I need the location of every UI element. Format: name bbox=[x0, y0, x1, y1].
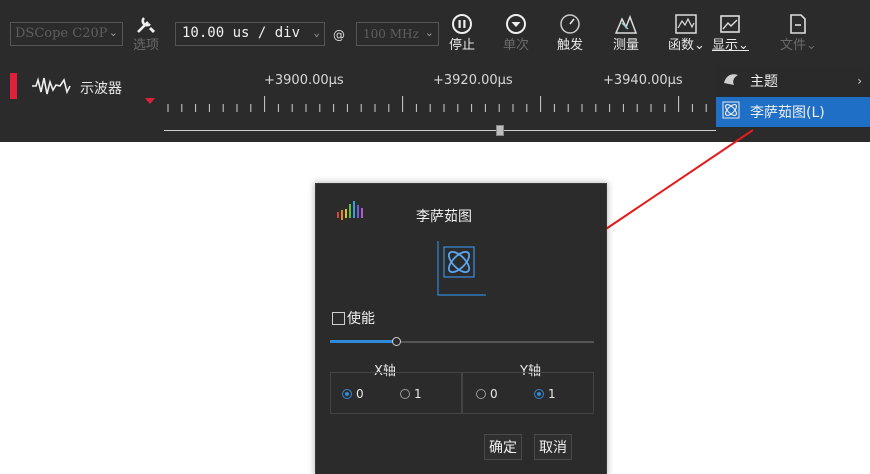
app-logo bbox=[336, 200, 368, 226]
channel-color-tab[interactable] bbox=[10, 73, 17, 99]
trigger-dial-icon bbox=[556, 10, 584, 38]
theme-icon bbox=[722, 71, 740, 91]
percent-slider[interactable] bbox=[330, 336, 594, 348]
radio-label: 0 bbox=[356, 387, 364, 401]
chevron-down-icon: ⌄ bbox=[313, 26, 320, 39]
y-axis-radio-1[interactable]: 1 bbox=[534, 387, 556, 401]
measure-button[interactable]: 测量 bbox=[612, 10, 640, 54]
scroll-handle[interactable] bbox=[496, 125, 504, 136]
single-capture-icon bbox=[502, 10, 530, 38]
timebase-value: 10.00 us / div bbox=[182, 25, 301, 41]
display-icon bbox=[716, 10, 744, 38]
cancel-button[interactable]: 取消 bbox=[534, 434, 572, 460]
enable-label: 使能 bbox=[347, 311, 375, 327]
lissajous-figure-icon bbox=[434, 239, 490, 303]
channel-name: 示波器 bbox=[80, 81, 122, 97]
measure-label: 测量 bbox=[612, 38, 639, 53]
oscilloscope-wave-icon bbox=[30, 76, 74, 100]
device-select-value: DSCope C20P bbox=[15, 26, 108, 41]
menu-item-label: 李萨茹图(L) bbox=[750, 105, 825, 121]
radio-dot[interactable] bbox=[400, 389, 410, 399]
options-label: 选项 bbox=[132, 38, 159, 53]
ruler-label: +3940.00μs bbox=[603, 73, 683, 88]
radio-label: 0 bbox=[490, 387, 498, 401]
menu-item-lissajous[interactable]: 李萨茹图(L) bbox=[716, 97, 870, 127]
samplerate-value: 100 MHz bbox=[363, 27, 419, 41]
toolbar: DSCope C20P ⌄ 选项 10.00 us / div ⌄ @ 100 … bbox=[0, 0, 870, 66]
display-button[interactable]: 显示⌄ bbox=[712, 10, 749, 54]
dialog-title: 李萨茹图 bbox=[416, 209, 472, 225]
lissajous-icon bbox=[722, 101, 740, 123]
slider-fill bbox=[330, 340, 396, 343]
y-axis-radio-0[interactable]: 0 bbox=[476, 387, 498, 401]
pause-icon bbox=[448, 10, 476, 38]
radio-label: 1 bbox=[548, 387, 556, 401]
chevron-right-icon: › bbox=[857, 74, 862, 88]
single-button[interactable]: 单次 bbox=[502, 10, 530, 54]
lissajous-dialog: 李萨茹图 使能 X轴 Y轴 0 1 0 1 确定 取消 bbox=[316, 184, 606, 474]
chevron-down-icon: ⌄ bbox=[424, 26, 434, 39]
measure-icon bbox=[612, 10, 640, 38]
slider-thumb[interactable] bbox=[392, 337, 401, 346]
checkbox-box[interactable] bbox=[332, 311, 345, 325]
ruler-label: +3900.00μs bbox=[264, 73, 344, 88]
ok-button[interactable]: 确定 bbox=[484, 434, 522, 460]
enable-checkbox[interactable]: 使能 bbox=[332, 308, 375, 328]
trigger-marker[interactable] bbox=[145, 98, 155, 104]
file-label: 文件⌄ bbox=[780, 38, 817, 53]
radio-dot[interactable] bbox=[534, 389, 544, 399]
math-label: 函数⌄ bbox=[668, 38, 705, 53]
radio-dot[interactable] bbox=[476, 389, 486, 399]
app-window: DSCope C20P ⌄ 选项 10.00 us / div ⌄ @ 100 … bbox=[0, 0, 870, 142]
device-select[interactable]: DSCope C20P ⌄ bbox=[10, 22, 123, 46]
trigger-label: 触发 bbox=[556, 38, 583, 53]
x-axis-radio-0[interactable]: 0 bbox=[342, 387, 364, 401]
chevron-down-icon: ⌄ bbox=[108, 26, 118, 39]
wrench-icon bbox=[132, 10, 160, 38]
radio-dot[interactable] bbox=[342, 389, 352, 399]
time-ruler[interactable] bbox=[164, 96, 716, 130]
display-menu: 主题 › 李萨茹图(L) bbox=[716, 66, 870, 129]
radio-label: 1 bbox=[414, 387, 422, 401]
menu-item-label: 主题 bbox=[750, 74, 778, 90]
display-label: 显示⌄ bbox=[712, 38, 749, 53]
file-icon bbox=[784, 10, 812, 38]
math-button[interactable]: 函数⌄ bbox=[668, 10, 705, 54]
file-button[interactable]: 文件⌄ bbox=[780, 10, 817, 54]
single-label: 单次 bbox=[502, 38, 529, 53]
stop-label: 停止 bbox=[448, 38, 475, 53]
math-chart-icon bbox=[672, 10, 700, 38]
at-symbol: @ bbox=[333, 28, 345, 42]
samplerate-select[interactable]: 100 MHz ⌄ bbox=[356, 22, 439, 46]
timebase-select[interactable]: 10.00 us / div ⌄ bbox=[175, 22, 325, 46]
trigger-button[interactable]: 触发 bbox=[556, 10, 584, 54]
ruler-baseline bbox=[164, 130, 716, 131]
x-axis-radio-1[interactable]: 1 bbox=[400, 387, 422, 401]
options-button[interactable]: 选项 bbox=[132, 10, 160, 54]
stop-button[interactable]: 停止 bbox=[448, 10, 476, 54]
ruler-label: +3920.00μs bbox=[433, 73, 513, 88]
menu-item-theme[interactable]: 主题 › bbox=[716, 66, 870, 96]
